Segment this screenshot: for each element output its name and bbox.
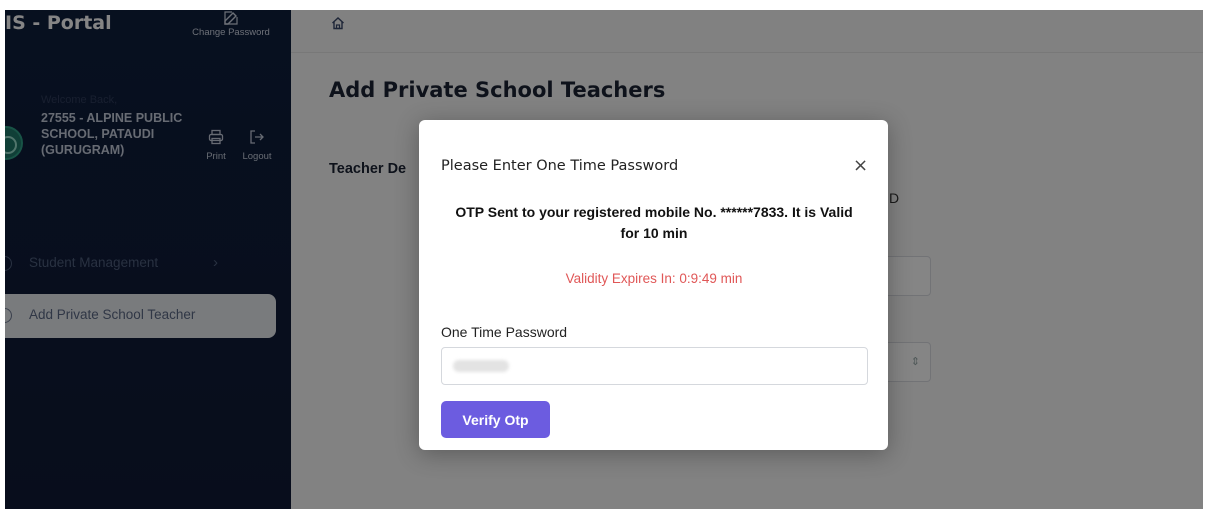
redacted-otp-value (453, 360, 509, 372)
close-icon[interactable]: × (853, 155, 868, 176)
validity-timer: Validity Expires In: 0:9:49 min (565, 271, 743, 286)
verify-otp-button[interactable]: Verify Otp (441, 401, 550, 438)
otp-field-label: One Time Password (441, 324, 568, 340)
otp-modal: Please Enter One Time Password × OTP Sen… (419, 120, 888, 450)
modal-title: Please Enter One Time Password (441, 158, 679, 174)
app-root: IS - Portal Change Password Welcome Back… (5, 10, 1203, 509)
otp-message: OTP Sent to your registered mobile No. *… (455, 204, 853, 241)
